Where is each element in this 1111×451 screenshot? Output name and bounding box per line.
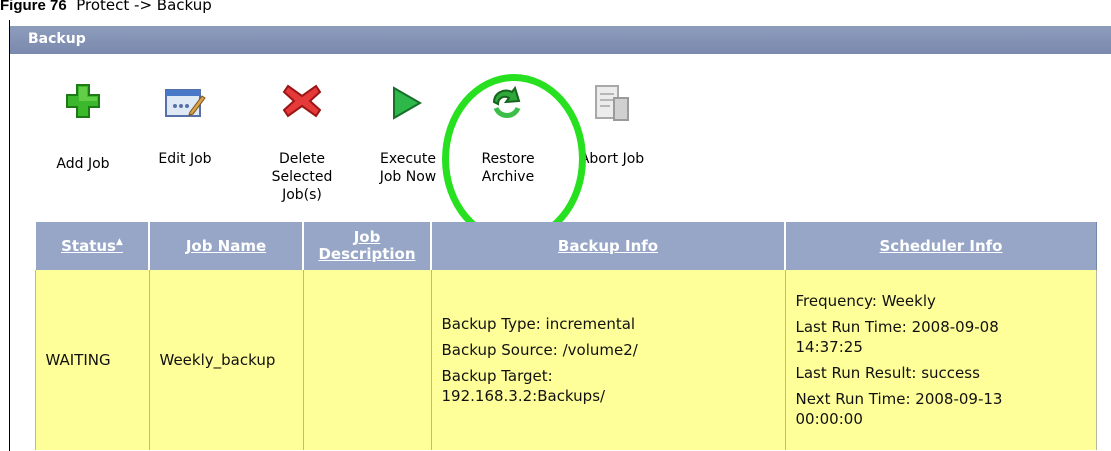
column-header-job-name[interactable]: Job Name xyxy=(148,222,304,270)
column-header-backup-info-text: Backup Info xyxy=(557,237,659,255)
figure-label: Figure 76 xyxy=(0,0,67,14)
backup-window: Backup Add Job Edit Job Delete Selected … xyxy=(9,20,1111,451)
column-header-job-name-text: Job Name xyxy=(185,237,267,255)
abort-icon xyxy=(595,85,629,121)
add-job-button[interactable]: Add Job xyxy=(48,82,118,192)
delete-icon xyxy=(282,84,322,118)
panel-header: Backup xyxy=(10,26,1111,54)
next-run-time-line: Next Run Time: 2008-09-13 00:00:00 xyxy=(795,390,1003,428)
backup-source-line: Backup Source: /volume2/ xyxy=(441,341,638,359)
figure-caption: Figure 76 Protect -> Backup xyxy=(0,0,1111,14)
add-icon xyxy=(66,84,100,118)
execute-icon xyxy=(393,86,423,120)
figure-title: Protect -> Backup xyxy=(76,0,212,14)
table-header-row: Status▲ Job Name Job Description Backup … xyxy=(34,222,1097,270)
restore-archive-label: Restore Archive xyxy=(470,150,546,186)
restore-icon xyxy=(492,85,521,118)
column-header-scheduler-info-text: Scheduler Info xyxy=(879,237,1003,255)
column-header-job-description-text: Job Description xyxy=(318,228,416,263)
cell-job-name: Weekly_backup xyxy=(148,270,304,450)
cell-job-description xyxy=(302,270,432,450)
cell-scheduler-info: Frequency: Weekly Last Run Time: 2008-09… xyxy=(784,270,1097,450)
edit-job-button[interactable]: Edit Job xyxy=(150,82,220,192)
restore-archive-button[interactable]: Restore Archive xyxy=(470,82,546,192)
execute-job-label: Execute Job Now xyxy=(370,150,446,186)
delete-job-label-text: Delete Selected Job(s) xyxy=(271,151,333,203)
column-header-backup-info[interactable]: Backup Info xyxy=(430,222,786,270)
last-run-time-line: Last Run Time: 2008-09-08 14:37:25 xyxy=(795,318,999,356)
column-header-status-text: Status xyxy=(61,237,116,255)
backup-type-line: Backup Type: incremental xyxy=(441,315,636,333)
last-run-result-line: Last Run Result: success xyxy=(795,364,980,382)
delete-job-button[interactable]: Delete Selected Job(s) xyxy=(260,82,344,204)
add-job-label: Add Job xyxy=(56,156,110,172)
backup-target-line: Backup Target: 192.168.3.2:Backups/ xyxy=(441,367,606,405)
column-header-scheduler-info[interactable]: Scheduler Info xyxy=(784,222,1097,270)
edit-job-label: Edit Job xyxy=(158,151,212,167)
column-header-status[interactable]: Status▲ xyxy=(34,222,150,270)
edit-icon xyxy=(165,89,206,117)
delete-job-label: Delete Selected Job(s) xyxy=(260,150,344,204)
execute-job-label-text: Execute Job Now xyxy=(379,151,437,185)
jobs-table: Status▲ Job Name Job Description Backup … xyxy=(34,222,1097,450)
cell-status: WAITING xyxy=(34,270,150,450)
cell-backup-info: Backup Type: incremental Backup Source: … xyxy=(430,270,786,450)
sort-ascending-icon: ▲ xyxy=(115,237,123,247)
abort-job-label: Abort Job xyxy=(579,151,645,167)
abort-job-button[interactable]: Abort Job xyxy=(570,82,654,192)
frequency-line: Frequency: Weekly xyxy=(795,292,936,310)
panel-title: Backup xyxy=(28,31,86,47)
restore-archive-label-text: Restore Archive xyxy=(481,151,535,185)
column-header-job-description[interactable]: Job Description xyxy=(302,222,432,270)
table-row[interactable]: WAITING Weekly_backup Backup Type: incre… xyxy=(34,270,1097,450)
execute-job-button[interactable]: Execute Job Now xyxy=(370,82,446,192)
